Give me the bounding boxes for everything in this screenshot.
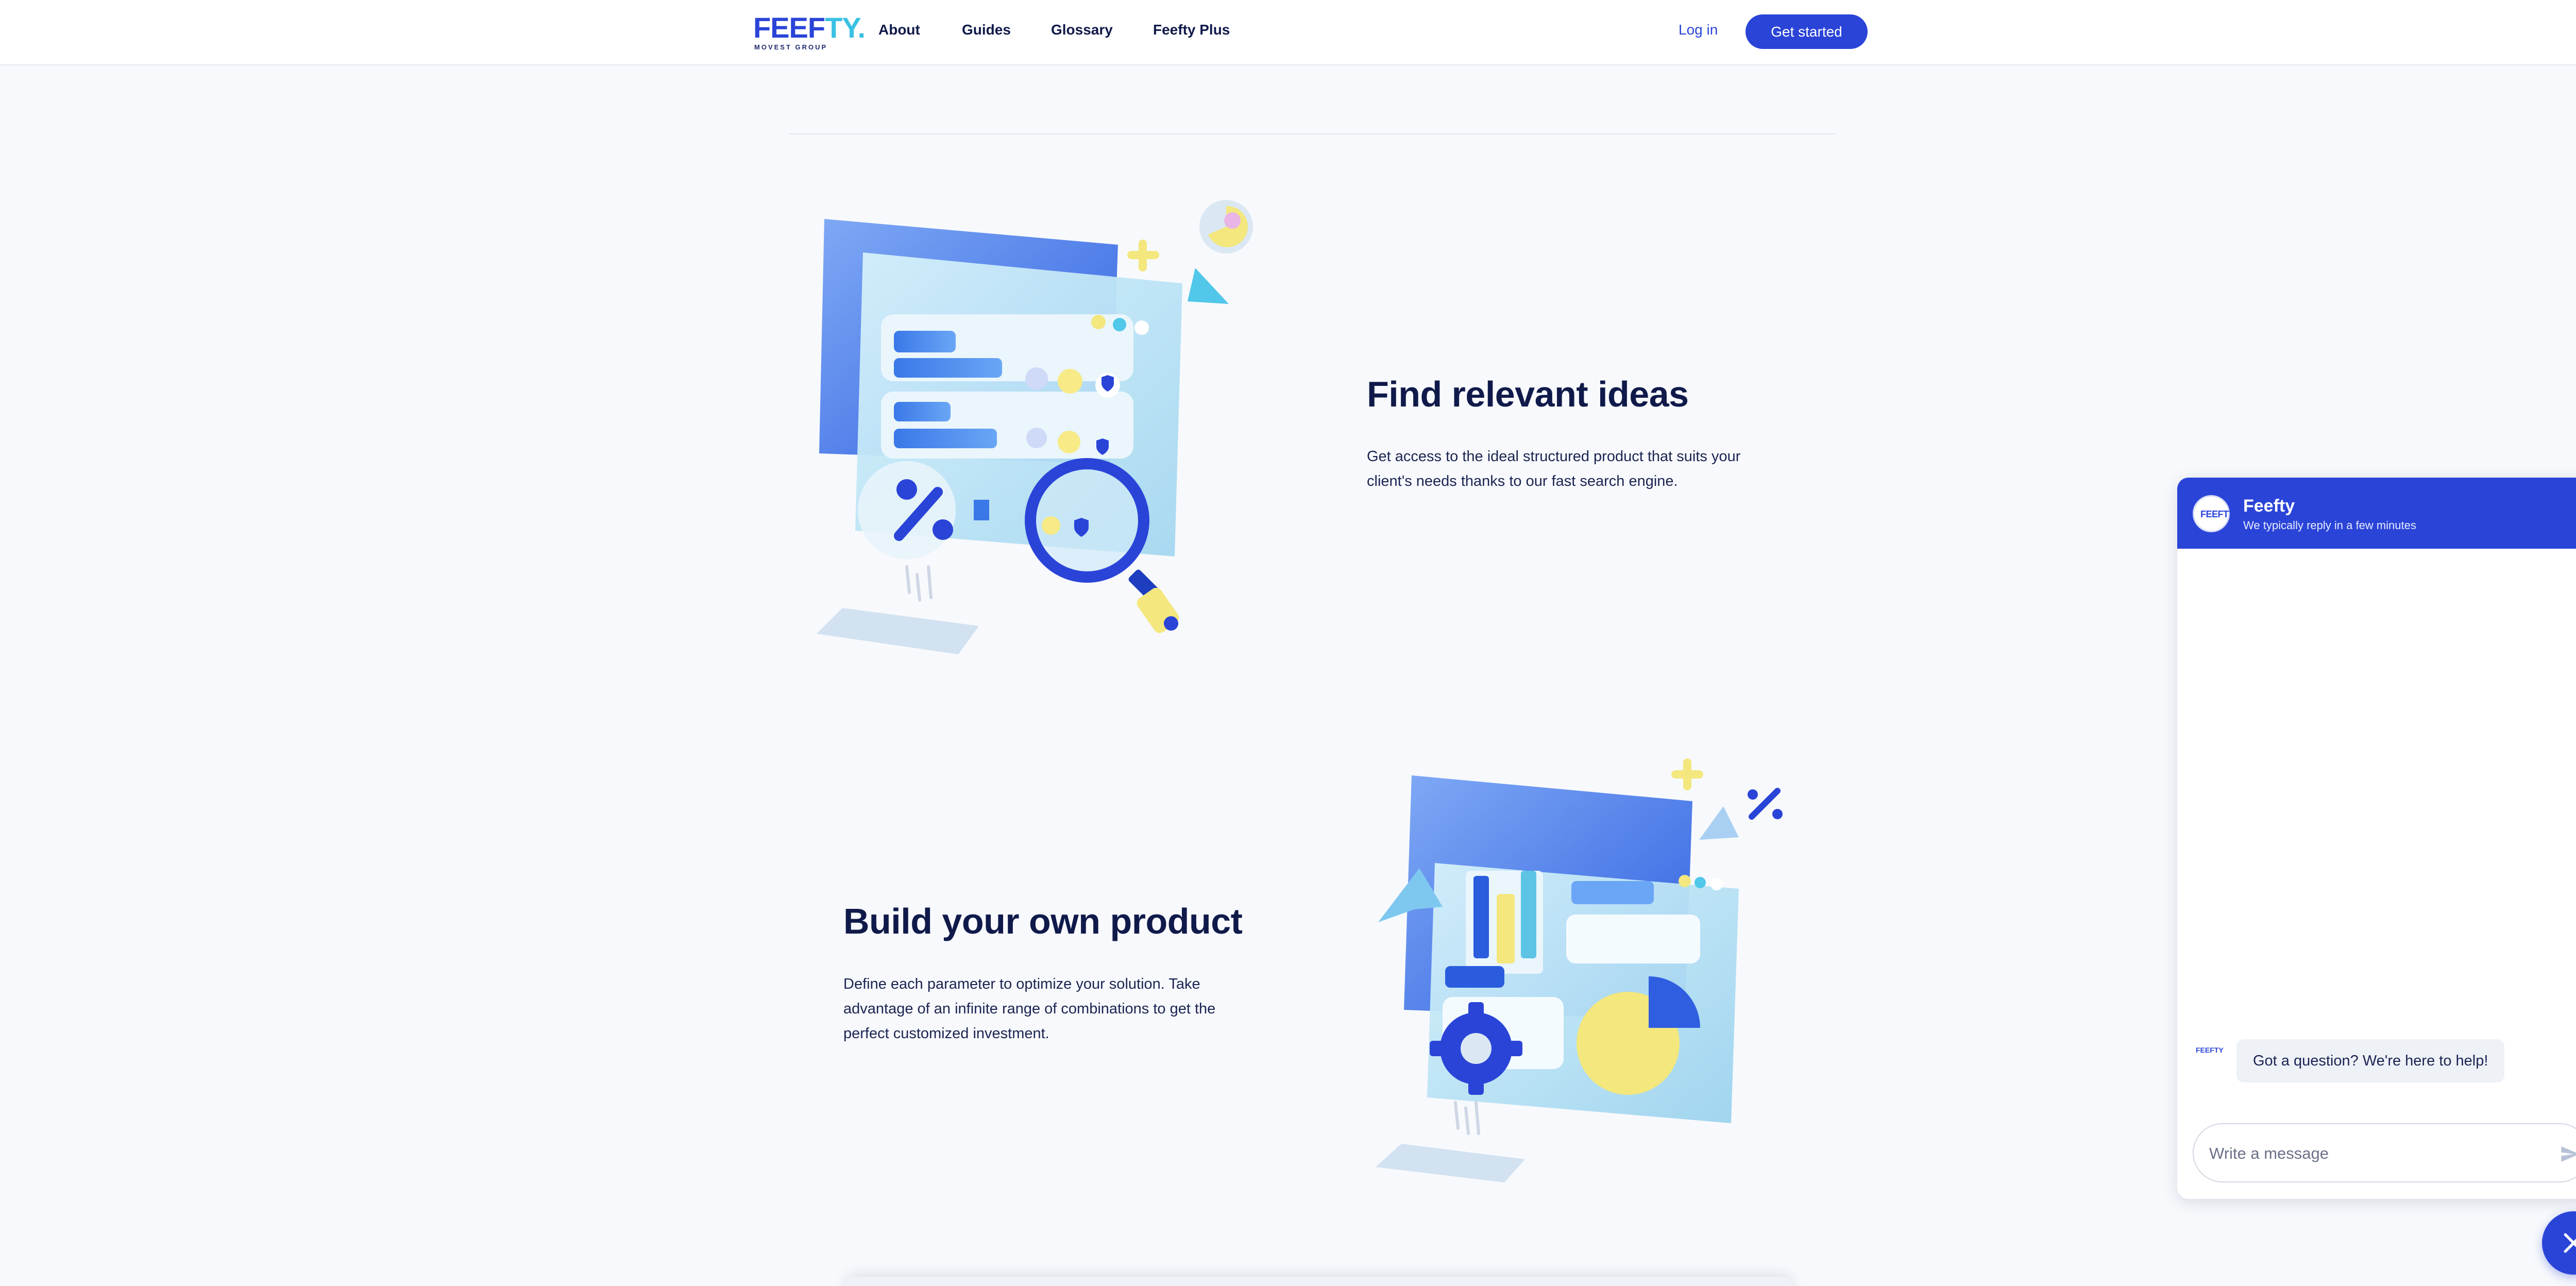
top-navbar: FEEFTY. MOVEST GROUP About Guides Glossa… — [0, 0, 2576, 65]
search-ideas-illustration — [817, 200, 1253, 654]
nav-link-glossary[interactable]: Glossary — [1051, 22, 1113, 38]
close-icon — [2564, 1233, 2576, 1253]
login-link[interactable]: Log in — [1679, 22, 1718, 38]
chat-widget: FEEFTY Feefty We typically reply in a fe… — [2177, 478, 2576, 1199]
chat-status-text: We typically reply in a few minutes — [2243, 519, 2416, 532]
chat-toggle-button[interactable] — [2542, 1211, 2576, 1275]
nav-link-feefty-plus[interactable]: Feefty Plus — [1153, 22, 1230, 38]
chat-message-field — [2193, 1123, 2576, 1182]
nav-link-guides[interactable]: Guides — [962, 22, 1011, 38]
section-divider — [789, 133, 1836, 134]
get-started-button[interactable]: Get started — [1745, 14, 1868, 49]
nav-link-about[interactable]: About — [878, 22, 920, 38]
section-text-find-ideas: Get access to the ideal structured produ… — [1367, 448, 1741, 489]
logo-wordmark: FEEFTY. — [753, 11, 866, 44]
chat-avatar: FEEFTY — [2193, 495, 2235, 532]
chat-agent-name: Feefty — [2243, 496, 2295, 516]
logo-subtitle: MOVEST GROUP — [754, 43, 828, 51]
chat-message-input[interactable] — [2209, 1139, 2539, 1169]
chat-message-bubble: Got a question? We're here to help! — [2236, 1039, 2505, 1082]
chat-header: FEEFTY Feefty We typically reply in a fe… — [2177, 478, 2576, 549]
feefty-logo[interactable]: FEEFTY. MOVEST GROUP — [753, 12, 866, 52]
section-text-build-product: Define each parameter to optimize your s… — [843, 976, 1216, 1042]
send-icon[interactable] — [2560, 1144, 2576, 1164]
section-title-find-ideas: Find relevant ideas — [1367, 374, 1689, 414]
build-product-illustration — [1376, 758, 1783, 1182]
next-section-card-edge — [845, 1277, 1793, 1286]
message-avatar: FEEFTY — [2196, 1046, 2224, 1054]
section-title-build-product: Build your own product — [843, 901, 1243, 941]
